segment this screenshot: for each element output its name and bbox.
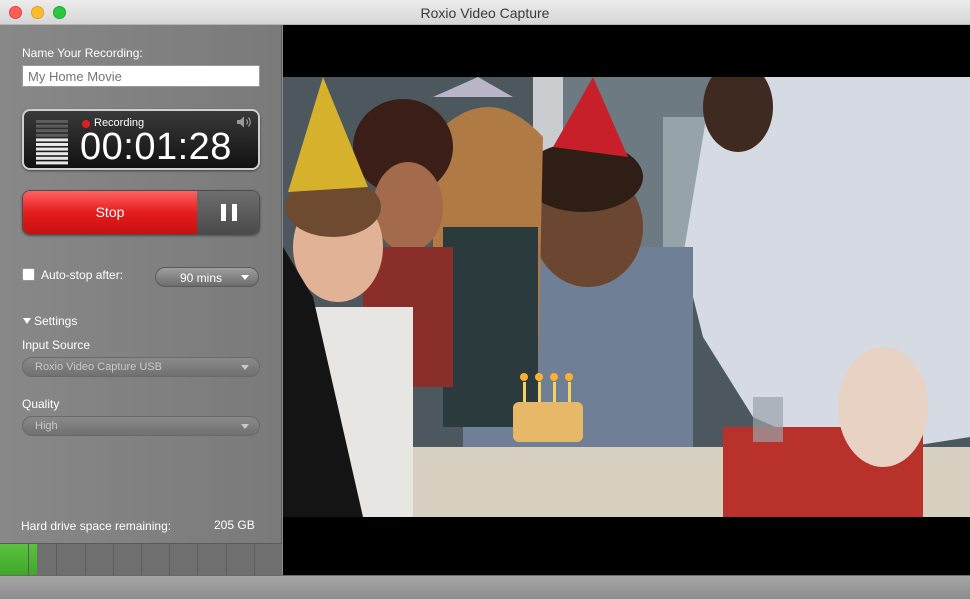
auto-stop-label: Auto-stop after: xyxy=(41,268,124,282)
disk-meter-segment-divider xyxy=(28,544,30,575)
quality-label: Quality xyxy=(22,397,60,411)
level-meter-bar xyxy=(36,124,68,128)
input-source-label: Input Source xyxy=(22,338,91,352)
disk-space-fill xyxy=(0,544,37,575)
chevron-down-icon xyxy=(241,424,249,429)
bottom-status-bar xyxy=(0,575,970,599)
disk-meter-segment-divider xyxy=(56,544,58,575)
live-video-preview xyxy=(283,77,970,517)
chevron-down-icon xyxy=(241,365,249,370)
quality-value: High xyxy=(35,420,58,432)
disk-meter-segment-divider xyxy=(112,544,114,575)
pause-button[interactable] xyxy=(197,191,259,234)
video-frame-image xyxy=(283,77,970,517)
level-meter-bar xyxy=(36,156,68,160)
disk-meter-segment-divider xyxy=(141,544,142,575)
title-bar: Roxio Video Capture xyxy=(0,0,970,25)
disk-space-value: 205 GB xyxy=(214,518,255,532)
disk-meter-segment-divider xyxy=(225,544,227,575)
disk-meter-segment-divider xyxy=(169,544,171,575)
disk-meter-segment-divider xyxy=(253,544,255,575)
level-meter-bar xyxy=(36,161,68,165)
elapsed-time: 00:01:28 xyxy=(80,126,232,168)
disk-space-label: Hard drive space remaining: xyxy=(21,519,172,533)
input-source-value: Roxio Video Capture USB xyxy=(35,361,162,373)
level-meter-bar xyxy=(36,147,68,151)
disk-meter-segment-divider xyxy=(84,544,86,575)
pause-icon xyxy=(221,204,226,221)
audio-level-meter xyxy=(36,120,68,165)
video-preview-area xyxy=(283,25,970,575)
pause-icon xyxy=(232,204,237,221)
auto-stop-duration-value: 90 mins xyxy=(180,271,223,285)
stop-button[interactable]: Stop xyxy=(23,191,197,234)
level-meter-bar xyxy=(36,133,68,137)
input-source-select[interactable]: Roxio Video Capture USB xyxy=(22,357,260,377)
app-window: Roxio Video Capture Name Your Recording:… xyxy=(0,0,970,599)
recording-name-input[interactable] xyxy=(22,65,260,87)
level-meter-bar xyxy=(36,120,68,123)
auto-stop-duration-select[interactable]: 90 mins xyxy=(155,267,259,287)
settings-header[interactable]: Settings xyxy=(34,314,77,328)
disk-space-meter xyxy=(0,543,282,575)
auto-stop-checkbox[interactable] xyxy=(22,268,35,281)
chevron-down-icon xyxy=(241,275,249,280)
quality-select[interactable]: High xyxy=(22,416,260,436)
level-meter-bar xyxy=(36,152,68,156)
recording-name-label: Name Your Recording: xyxy=(22,46,143,60)
record-control-group: Stop xyxy=(22,190,260,235)
speaker-volume-icon[interactable] xyxy=(236,115,254,129)
disk-meter-segment-divider xyxy=(197,544,199,575)
level-meter-bar xyxy=(36,129,68,133)
level-meter-bar xyxy=(36,138,68,142)
recording-timer-display: Recording 00:01:28 xyxy=(22,109,260,170)
window-title: Roxio Video Capture xyxy=(420,5,550,21)
sidebar: Name Your Recording: Recording 00:01:28 … xyxy=(0,25,282,575)
settings-disclosure-triangle-icon[interactable] xyxy=(23,318,31,324)
level-meter-bar xyxy=(36,143,68,146)
